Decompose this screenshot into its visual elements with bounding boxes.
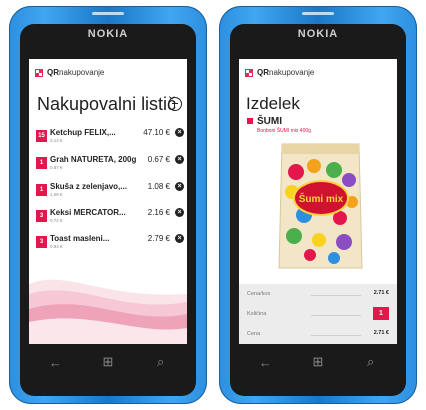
list-item[interactable]: 1 Grah NATURETA, 200g 0.67 € 0.67 € × [36, 154, 184, 176]
quantity-badge: 3 [36, 210, 47, 222]
item-unit-price: 3.14 € [50, 138, 63, 143]
remove-icon[interactable]: × [175, 182, 184, 191]
remove-icon[interactable]: × [175, 155, 184, 164]
product-name: ŠUMI [257, 116, 282, 127]
item-total: 2.16 € [147, 208, 170, 217]
app-name-bold: QR [257, 68, 269, 77]
list-item[interactable]: 3 Toast masleni... 0.93 € 2.79 € × [36, 233, 184, 255]
spec-label: Cena/kos [247, 291, 271, 297]
quantity-input[interactable]: 1 [373, 307, 389, 320]
list-item[interactable]: 1 Skuša z zelenjavo,... 1.08 € 1.08 € × [36, 181, 184, 203]
page-title: Izdelek [246, 94, 300, 113]
quantity-badge: 15 [36, 130, 47, 142]
item-total: 47.10 € [143, 128, 170, 137]
phone-brand: NOKIA [297, 28, 339, 40]
item-name: Toast masleni... [50, 234, 110, 243]
add-item-icon[interactable] [168, 97, 182, 111]
back-arrow-icon[interactable]: ← [255, 355, 275, 370]
app-name-rest: nakupovanje [59, 68, 105, 77]
spec-divider [311, 335, 361, 336]
spec-label: Cena [247, 331, 261, 337]
quantity-badge: 1 [36, 157, 47, 169]
app-header: QR nakupovanje [245, 68, 314, 77]
bag-label: Šumi mix [299, 192, 344, 205]
item-unit-price: 0.67 € [50, 165, 63, 170]
item-name: Skuša z zelenjavo,... [50, 182, 127, 191]
hardware-nav-bar: ← ⊞ ⌕ [29, 347, 187, 377]
phone-brand: NOKIA [87, 28, 129, 40]
hardware-nav-bar: ← ⊞ ⌕ [239, 347, 397, 377]
product-specs: Cena/kos 2.71 € Količina 1 Cena 2.71 € [239, 284, 397, 344]
spec-row-unit-price: Cena/kos 2.71 € [239, 284, 397, 304]
product-bullet [247, 118, 253, 124]
qr-logo-icon [245, 68, 253, 77]
decorative-wave [29, 279, 187, 344]
phone-right: NOKIA QR nakupovanje Izdelek ŠUMI Bonboni… [219, 6, 417, 404]
item-unit-price: 0.93 € [50, 244, 63, 249]
spec-value: 2.71 € [373, 290, 389, 296]
shopping-list-screen: QR nakupovanje Nakupovalni listič 15 Ketc… [29, 59, 187, 344]
app-name-bold: QR [47, 68, 59, 77]
search-icon[interactable]: ⌕ [361, 354, 381, 370]
back-arrow-icon[interactable]: ← [45, 355, 65, 370]
product-subtitle: Bonboni ŠUMI mix 400g [257, 128, 311, 134]
spec-row-price: Cena 2.71 € [239, 324, 397, 344]
spec-divider [311, 295, 361, 296]
item-name: Ketchup FELIX,... [50, 128, 116, 137]
remove-icon[interactable]: × [175, 208, 184, 217]
product-screen: QR nakupovanje Izdelek ŠUMI Bonboni ŠUMI … [239, 59, 397, 344]
speaker-slot [302, 12, 334, 15]
product-image: Šumi mix [278, 143, 363, 269]
qr-logo-icon [35, 68, 43, 77]
quantity-badge: 1 [36, 184, 47, 196]
list-item[interactable]: 15 Ketchup FELIX,... 3.14 € 47.10 € × [36, 127, 184, 149]
page-title: Nakupovalni listič [37, 94, 177, 114]
item-unit-price: 1.08 € [50, 192, 63, 197]
item-unit-price: 0.72 € [50, 218, 63, 223]
spec-value: 2.71 € [373, 330, 389, 336]
remove-icon[interactable]: × [175, 128, 184, 137]
speaker-slot [92, 12, 124, 15]
app-name-rest: nakupovanje [269, 68, 315, 77]
item-total: 1.08 € [147, 182, 170, 191]
item-total: 2.79 € [147, 234, 170, 243]
windows-logo-icon[interactable]: ⊞ [308, 354, 328, 370]
item-total: 0.67 € [147, 155, 170, 164]
quantity-badge: 3 [36, 236, 47, 248]
app-header: QR nakupovanje [35, 68, 104, 77]
windows-logo-icon[interactable]: ⊞ [98, 354, 118, 370]
search-icon[interactable]: ⌕ [151, 354, 171, 370]
spec-row-quantity: Količina 1 [239, 304, 397, 324]
item-name: Keksi MERCATOR... [50, 208, 126, 217]
list-item[interactable]: 3 Keksi MERCATOR... 0.72 € 2.16 € × [36, 207, 184, 229]
spec-label: Količina [247, 311, 267, 317]
item-name: Grah NATURETA, 200g [50, 155, 137, 164]
remove-icon[interactable]: × [175, 234, 184, 243]
spec-divider [311, 315, 361, 316]
phone-left: NOKIA QR nakupovanje Nakupovalni listič 1… [9, 6, 207, 404]
